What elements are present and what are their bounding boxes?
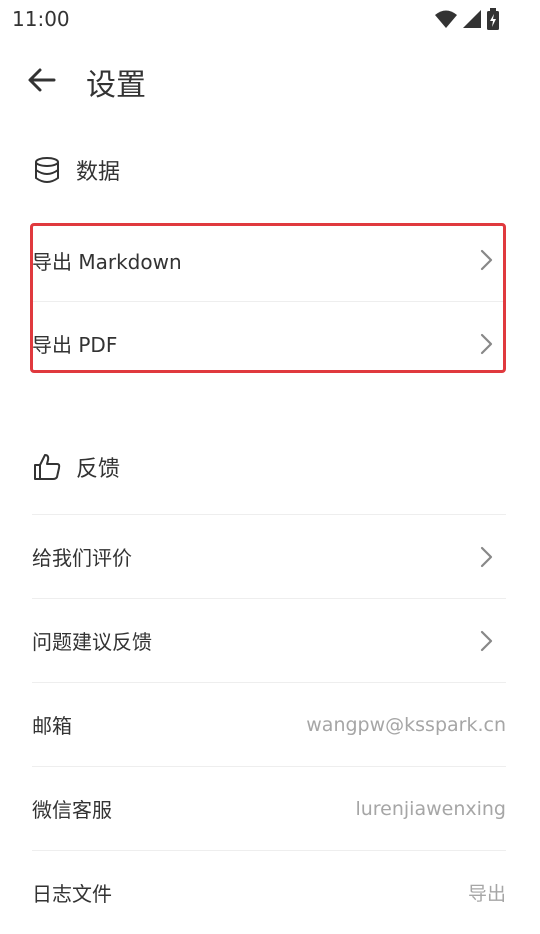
section-label-data: 数据 [76,160,121,185]
database-icon [32,155,62,185]
chevron-right-icon [476,629,496,653]
wechat-value[interactable]: lurenjiawenxing [355,798,506,820]
log-file-label: 日志文件 [32,882,112,906]
wifi-icon [434,9,458,33]
export-pdf-row[interactable]: 导出 PDF [32,301,506,385]
feedback-row[interactable]: 问题建议反馈 [32,598,506,682]
export-pdf-label: 导出 PDF [32,333,118,357]
section-header-data: 数据 [32,150,120,190]
back-button[interactable] [24,62,60,98]
status-icons [434,8,500,34]
rate-us-label: 给我们评价 [32,546,132,570]
feedback-label: 问题建议反馈 [32,630,152,654]
chevron-right-icon [476,248,496,272]
email-row[interactable]: 邮箱 wangpw@ksspark.cn [32,682,506,766]
signal-icon [462,9,482,33]
app-bar: 设置 [0,50,540,110]
chevron-right-icon [476,332,496,356]
arrow-left-icon [24,68,60,102]
status-bar: 11:00 [0,0,540,36]
log-file-row[interactable]: 日志文件 导出 [32,850,506,934]
export-markdown-row[interactable]: 导出 Markdown [32,218,506,302]
export-markdown-label: 导出 Markdown [32,249,182,274]
page-title: 设置 [86,68,146,103]
email-value[interactable]: wangpw@ksspark.cn [306,714,506,736]
wechat-label: 微信客服 [32,798,112,822]
email-label: 邮箱 [32,714,72,738]
rate-us-row[interactable]: 给我们评价 [32,514,506,598]
battery-charging-icon [486,8,500,34]
thumbs-up-icon [32,452,62,482]
wechat-row[interactable]: 微信客服 lurenjiawenxing [32,766,506,850]
section-label-feedback: 反馈 [76,457,121,482]
status-time: 11:00 [12,7,70,31]
log-export-button[interactable]: 导出 [468,879,506,906]
section-header-feedback: 反馈 [32,447,120,487]
chevron-right-icon [476,545,496,569]
